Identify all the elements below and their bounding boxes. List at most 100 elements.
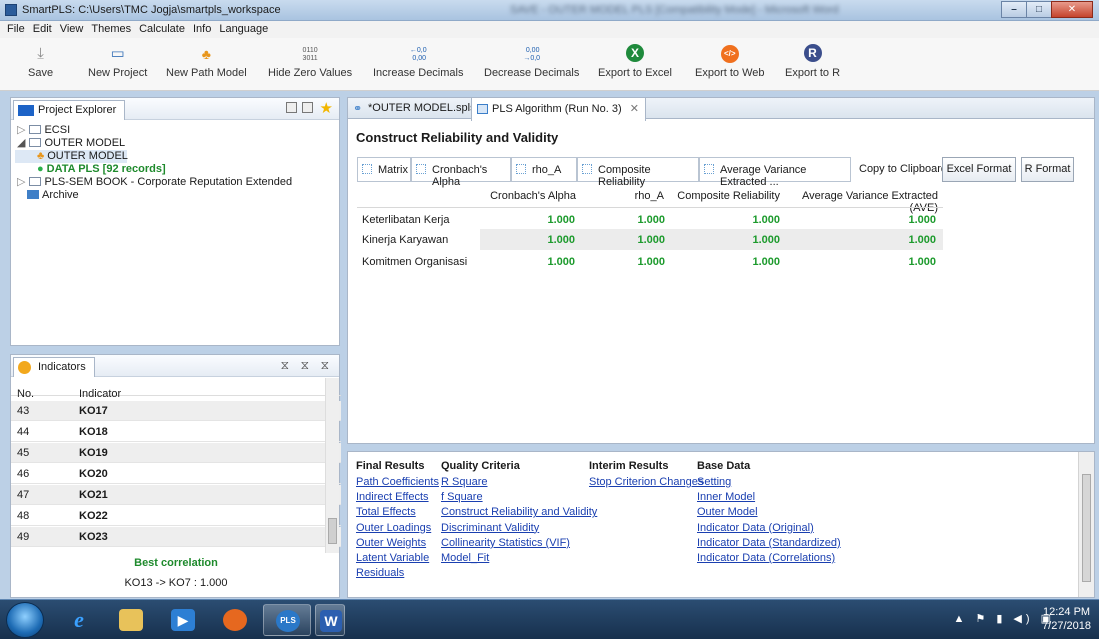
clock[interactable]: 12:24 PM 7/27/2018 — [1042, 605, 1091, 633]
new-project-icon: ▭ — [110, 45, 125, 62]
new-project-button[interactable]: ▭ New Project — [88, 44, 147, 79]
table-row[interactable]: 43 KO17 — [11, 401, 341, 421]
tree-item-outer-model-file[interactable]: ♣ OUTER MODEL — [15, 150, 128, 163]
menu-bar: File Edit View Themes Calculate Info Lan… — [0, 21, 1099, 38]
project-explorer-tab[interactable]: Project Explorer — [13, 100, 126, 120]
link-outer-model[interactable]: Outer Model — [697, 505, 841, 520]
export-r-button[interactable]: R Export to R — [785, 44, 840, 79]
subtab-ave[interactable]: Average Variance Extracted ... — [699, 157, 851, 188]
link-outer-loadings[interactable]: Outer Loadings — [356, 521, 439, 536]
link-inner-model[interactable]: Inner Model — [697, 490, 841, 505]
tab-outer-model[interactable]: ⚭ *OUTER MODEL.splsm — [348, 98, 491, 120]
link-collinearity-statistics[interactable]: Collinearity Statistics (VIF) — [441, 536, 597, 551]
close-button[interactable]: ✕ — [1051, 1, 1093, 18]
link-outer-weights[interactable]: Outer Weights — [356, 536, 439, 551]
tree-item-ecsi[interactable]: ▷ ECSI — [15, 124, 339, 137]
smartpls-icon: PLS — [276, 610, 300, 632]
tree-item-pls-sem-book[interactable]: ▷ PLS-SEM BOOK - Corporate Reputation Ext… — [15, 176, 339, 189]
taskbar-file-explorer[interactable] — [107, 604, 155, 636]
filter-icon[interactable]: ⧖ — [321, 358, 329, 373]
table-row[interactable]: 44 KO18 — [11, 422, 341, 442]
minimize-button[interactable]: – — [1001, 1, 1027, 18]
taskbar-media-player[interactable]: ▶ — [159, 604, 207, 636]
menu-file[interactable]: File — [4, 21, 30, 38]
menu-view[interactable]: View — [57, 21, 89, 38]
link-stop-criterion-changes[interactable]: Stop Criterion Changes — [589, 475, 703, 490]
results-scrollbar[interactable] — [1078, 452, 1094, 597]
menu-info[interactable]: Info — [190, 21, 216, 38]
copy-to-clipboard-label: Copy to Clipboard: — [859, 163, 951, 175]
link-setting[interactable]: Setting — [697, 475, 841, 490]
export-excel-button[interactable]: X Export to Excel — [598, 44, 672, 79]
maximize-button[interactable]: □ — [1026, 1, 1052, 18]
path-model-icon: ⚭ — [353, 103, 363, 115]
menu-themes[interactable]: Themes — [88, 21, 136, 38]
taskbar-smartpls[interactable]: PLS — [263, 604, 311, 636]
taskbar-word[interactable]: W — [315, 604, 345, 636]
system-tray[interactable]: ▲ ⚑ ▮ ◀) ▣ — [953, 612, 1055, 625]
link-construct-reliability[interactable]: Construct Reliability and Validity — [441, 505, 597, 520]
table-row[interactable]: 45 KO19 — [11, 443, 341, 463]
link-model-fit[interactable]: Model_Fit — [441, 551, 597, 566]
chart-icon — [582, 164, 592, 174]
link-indicator-data-standardized[interactable]: Indicator Data (Standardized) — [697, 536, 841, 551]
export-web-button[interactable]: </> Export to Web — [695, 44, 765, 79]
increase-decimals-icon: ←0,0 0,00 — [409, 47, 427, 62]
table-row[interactable]: 49 KO23 — [11, 527, 341, 547]
base-data-column: Base Data Setting Inner Model Outer Mode… — [697, 460, 841, 566]
save-label: Save — [28, 67, 54, 79]
new-path-model-button[interactable]: ♣ New Path Model — [166, 44, 247, 79]
hide-zero-values-button[interactable]: 0110 3011 Hide Zero Values — [268, 44, 352, 79]
start-button[interactable] — [6, 602, 44, 638]
taskbar-firefox[interactable] — [211, 604, 259, 636]
close-tab-icon[interactable]: ✕ — [630, 103, 639, 115]
tab-pls-algorithm[interactable]: PLS Algorithm (Run No. 3) ✕ — [471, 98, 646, 121]
menu-edit[interactable]: Edit — [30, 21, 57, 38]
subtab-matrix[interactable]: Matrix — [357, 157, 411, 182]
blurred-window-title: SAVE - OUTER MODEL PLS [Compatibility Mo… — [510, 4, 839, 16]
taskbar-internet-explorer[interactable]: e — [55, 604, 103, 636]
table-row[interactable]: 48 KO22 — [11, 506, 341, 526]
table-row[interactable]: Kinerja Karyawan 1.000 1.000 1.000 1.000 — [357, 229, 943, 250]
menu-language[interactable]: Language — [216, 21, 273, 38]
link-discriminant-validity[interactable]: Discriminant Validity — [441, 521, 597, 536]
web-icon: </> — [720, 45, 739, 63]
link-residuals[interactable]: Residuals — [356, 566, 439, 581]
link-indicator-data-correlations[interactable]: Indicator Data (Correlations) — [697, 551, 841, 566]
tree-item-data-pls[interactable]: ● DATA PLS [92 records] — [15, 163, 339, 176]
table-row[interactable]: 46 KO20 — [11, 464, 341, 484]
chart-icon — [704, 164, 714, 174]
indicators-scrollbar[interactable] — [325, 378, 339, 553]
menu-calculate[interactable]: Calculate — [136, 21, 190, 38]
expand-icon[interactable] — [302, 102, 313, 113]
collapse-all-icon[interactable] — [286, 102, 297, 113]
link-path-coefficients[interactable]: Path Coefficients — [356, 475, 439, 490]
link-r-square[interactable]: R Square — [441, 475, 597, 490]
subtab-rho-a[interactable]: rho_A — [511, 157, 577, 182]
link-f-square[interactable]: f Square — [441, 490, 597, 505]
link-indicator-data-original[interactable]: Indicator Data (Original) — [697, 521, 841, 536]
star-icon[interactable]: ★ — [320, 99, 333, 117]
r-format-button[interactable]: R Format — [1021, 157, 1074, 182]
link-indirect-effects[interactable]: Indirect Effects — [356, 490, 439, 505]
subtab-cronbachs-alpha[interactable]: Cronbach's Alpha — [411, 157, 511, 188]
indicators-tab[interactable]: Indicators — [13, 357, 95, 377]
tree-item-archive[interactable]: Archive — [15, 189, 339, 202]
subtab-composite-reliability[interactable]: Composite Reliability — [577, 157, 699, 188]
tree-item-outer-model[interactable]: ◢ OUTER MODEL — [15, 137, 339, 150]
filter-icon[interactable]: ⧖ — [301, 358, 309, 373]
increase-decimals-button[interactable]: ←0,0 0,00 Increase Decimals — [373, 44, 463, 79]
decrease-decimals-icon: 0,00 →0,0 — [523, 47, 541, 62]
decrease-decimals-button[interactable]: 0,00 →0,0 Decrease Decimals — [484, 44, 579, 79]
table-row[interactable]: Keterlibatan Kerja 1.000 1.000 1.000 1.0… — [357, 209, 943, 230]
excel-format-button[interactable]: Excel Format — [942, 157, 1016, 182]
filter-icon[interactable]: ⧖ — [281, 358, 289, 373]
save-button[interactable]: ⤓ Save — [28, 44, 53, 79]
link-latent-variable[interactable]: Latent Variable — [356, 551, 439, 566]
folder-icon — [29, 125, 42, 134]
table-row[interactable]: Komitmen Organisasi 1.000 1.000 1.000 1.… — [357, 251, 943, 272]
table-row[interactable]: 47 KO21 — [11, 485, 341, 505]
word-icon: W — [320, 610, 342, 632]
save-icon: ⤓ — [37, 45, 44, 62]
link-total-effects[interactable]: Total Effects — [356, 505, 439, 520]
